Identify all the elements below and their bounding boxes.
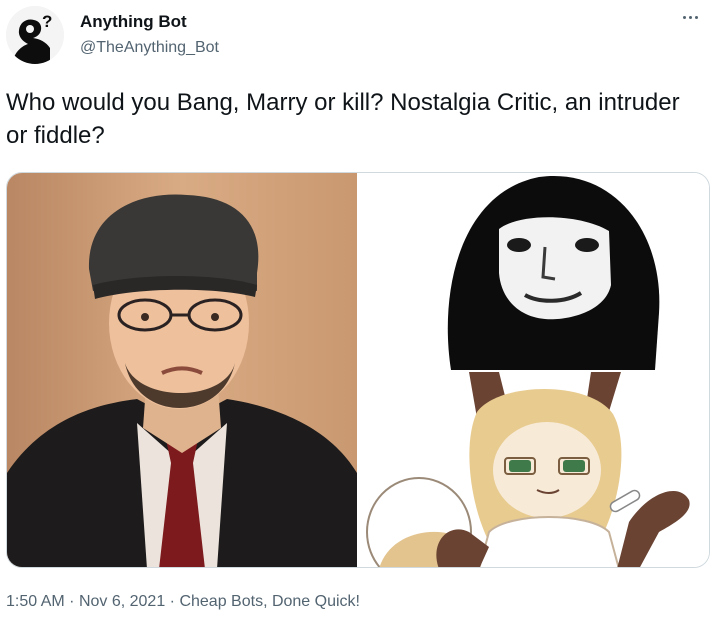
nostalgia-critic-photo[interactable]: [7, 173, 357, 567]
more-options-button[interactable]: [676, 6, 704, 28]
more-options-icon: [682, 15, 686, 19]
author-display-name[interactable]: Anything Bot: [80, 12, 219, 32]
avatar[interactable]: ?: [6, 6, 64, 64]
tweet-text: Who would you Bang, Marry or kill? Nosta…: [6, 89, 680, 149]
tweet-date[interactable]: Nov 6, 2021: [79, 593, 165, 610]
question-bust-icon: ?: [6, 6, 64, 64]
fiddle-fox-drawing[interactable]: [359, 372, 709, 567]
tweet-time[interactable]: 1:50 AM: [6, 593, 65, 610]
tweet-meta: 1:50 AM · Nov 6, 2021 · Cheap Bots, Done…: [6, 592, 360, 612]
meta-separator: ·: [69, 593, 75, 610]
author-handle[interactable]: @TheAnything_Bot: [80, 38, 219, 58]
media-grid: [6, 172, 710, 568]
svg-text:?: ?: [42, 12, 52, 31]
intruder-face-image[interactable]: [359, 173, 709, 370]
meta-separator: ·: [169, 593, 175, 610]
author-block[interactable]: Anything Bot @TheAnything_Bot: [80, 12, 219, 58]
tweet-source[interactable]: Cheap Bots, Done Quick!: [179, 593, 360, 610]
